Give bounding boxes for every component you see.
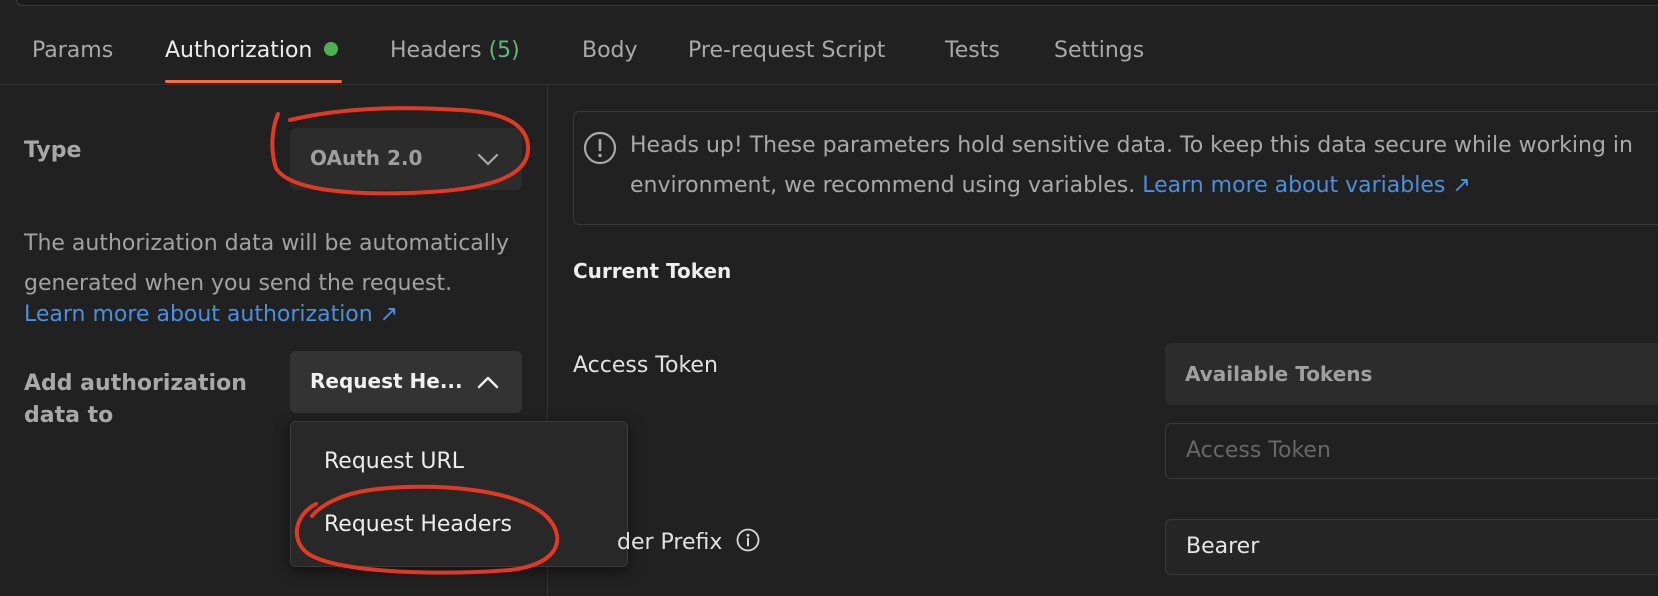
access-token-label: Access Token (573, 353, 718, 378)
header-prefix-label: der Prefix (617, 530, 723, 555)
tab-headers[interactable]: Headers (5) (390, 38, 520, 63)
status-dot-icon (324, 42, 339, 56)
add-auth-data-to-select[interactable]: Request He... (290, 351, 522, 413)
sensitive-data-warning: Heads up! These parameters hold sensitiv… (573, 111, 1658, 225)
tab-pre-request-script[interactable]: Pre-request Script (688, 38, 885, 63)
add-to-value: Request He... (310, 369, 463, 393)
auth-description: The authorization data will be automatic… (24, 231, 510, 296)
access-token-input[interactable]: Access Token (1165, 423, 1658, 479)
add-to-dropdown-menu: Request URL Request Headers (290, 421, 628, 567)
option-request-headers[interactable]: Request Headers (324, 512, 512, 537)
warning-line-2: environment, we recommend using variable… (630, 166, 1658, 206)
chevron-down-icon (477, 153, 499, 166)
active-tab-indicator (165, 80, 342, 83)
header-prefix-value: Bearer (1186, 534, 1260, 559)
tab-params[interactable]: Params (32, 38, 113, 63)
auth-screen: Params Authorization Headers (5) Body Pr… (0, 0, 1658, 596)
available-tokens-label: Available Tokens (1185, 362, 1373, 386)
type-label: Type (24, 138, 82, 163)
available-tokens-select[interactable]: Available Tokens (1165, 343, 1658, 405)
info-icon[interactable] (736, 528, 760, 552)
learn-more-variables-link[interactable]: Learn more about variables ↗ (1142, 173, 1471, 198)
url-bar[interactable] (16, 0, 1658, 6)
auth-type-select[interactable]: OAuth 2.0 (290, 128, 522, 190)
tab-authorization[interactable]: Authorization (165, 38, 339, 63)
learn-more-authorization-link[interactable]: Learn more about authorization ↗ (24, 302, 398, 327)
tab-authorization-label: Authorization (165, 38, 313, 63)
warning-line-1: Heads up! These parameters hold sensitiv… (630, 133, 1633, 158)
tab-headers-label: Headers (390, 38, 482, 63)
request-tabs: Params Authorization Headers (5) Body Pr… (0, 24, 1658, 84)
auth-type-value: OAuth 2.0 (310, 146, 423, 170)
warning-text: Heads up! These parameters hold sensitiv… (630, 126, 1658, 206)
add-to-label: Add authorization data to (24, 371, 247, 428)
warning-icon (583, 131, 617, 165)
option-request-url[interactable]: Request URL (324, 449, 464, 474)
tab-tests[interactable]: Tests (945, 38, 1000, 63)
tab-body[interactable]: Body (582, 38, 638, 63)
current-token-title: Current Token (573, 259, 732, 283)
headers-count-badge: (5) (488, 38, 520, 63)
access-token-placeholder: Access Token (1186, 438, 1331, 463)
header-prefix-input[interactable]: Bearer (1165, 519, 1658, 575)
warning-line-2-text: environment, we recommend using variable… (630, 173, 1136, 198)
tabs-divider (0, 84, 1658, 85)
tab-settings[interactable]: Settings (1054, 38, 1144, 63)
chevron-up-icon (477, 376, 499, 389)
